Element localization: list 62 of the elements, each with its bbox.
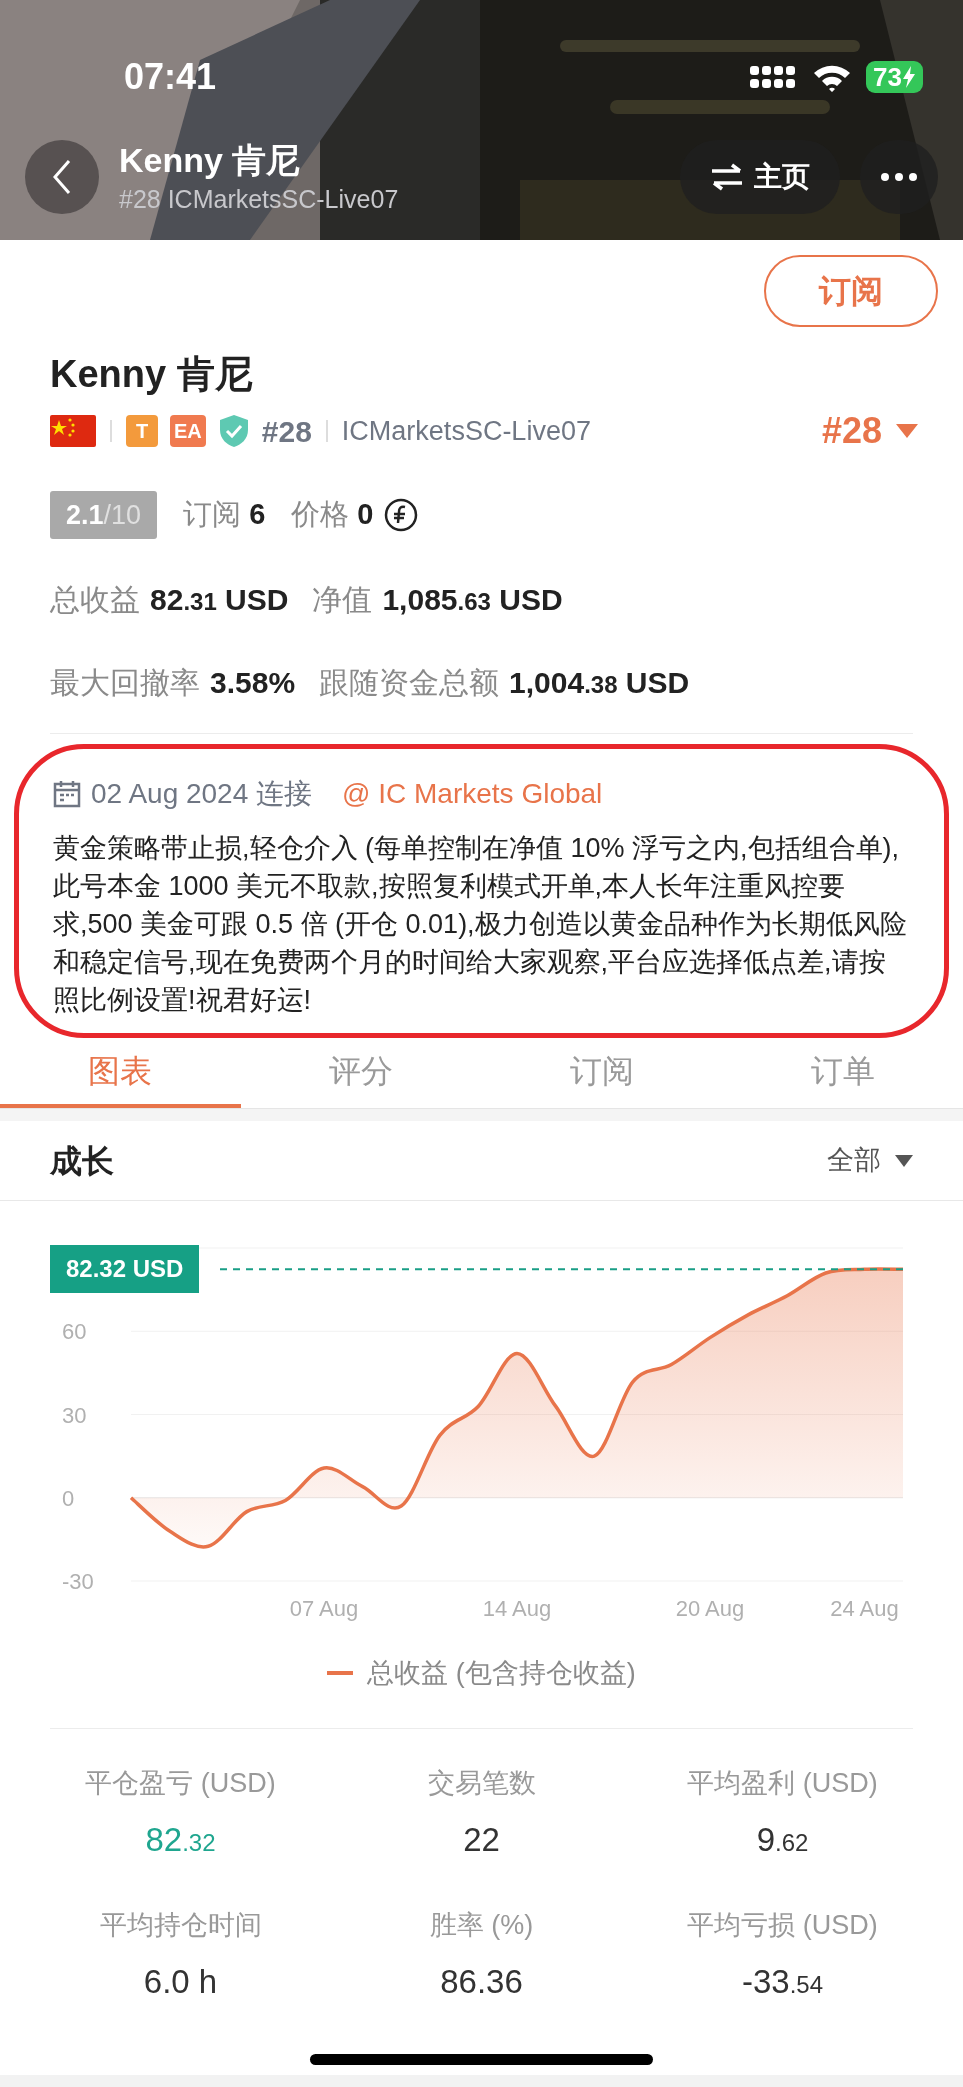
stat-value: 82.31 USD bbox=[150, 582, 289, 618]
tab[interactable]: 订单 bbox=[722, 1038, 963, 1108]
calendar-icon bbox=[53, 780, 81, 808]
count-stat: 订阅 6 bbox=[183, 497, 266, 533]
header-title: Kenny 肯尼 bbox=[119, 140, 302, 181]
stat-label: 最大回撤率 bbox=[50, 665, 200, 701]
strategy-description: 黄金策略带止损,轻仓介入 (每单控制在净值 10% 浮亏之内,包括组合单),此号本金 1000 美元不取款,按照复利模式开单,本人长年注重风控要求,500 美金可跟 0.5 倍 (开仓 0.01),极力创造以黄金品种作为长期低风险和稳定信号,现在免费两个月的时间给大家观察,平台应选择低点差,请按照比例设置!祝君好运! bbox=[53, 832, 908, 1017]
summary-value: 6.0 h bbox=[143, 1962, 218, 2002]
header-subtitle: #28 ICMarketsSC-Live07 bbox=[119, 184, 400, 215]
trader-badge: T bbox=[126, 415, 158, 447]
x-axis-label: 20 Aug bbox=[675, 1596, 745, 1621]
y-axis-label: -30 bbox=[62, 1569, 94, 1594]
value-marker: 82.32 USD bbox=[50, 1245, 200, 1294]
x-axis-label: 07 Aug bbox=[289, 1596, 359, 1621]
connection-date: 02 Aug 2024 连接 bbox=[91, 777, 313, 811]
summary-value: 82.32 bbox=[145, 1820, 216, 1860]
stat-value: 1,085.63 USD bbox=[382, 582, 563, 618]
count-stat: 价格 0 bbox=[291, 497, 374, 533]
caret-icon bbox=[895, 1154, 913, 1167]
summary-value: 22 bbox=[463, 1820, 500, 1860]
more-icon bbox=[881, 173, 917, 181]
broker-link[interactable]: @ IC Markets Global bbox=[342, 773, 603, 815]
summary-label: 平仓盈亏 (USD) bbox=[85, 1766, 276, 1800]
stat-label: 总收益 bbox=[50, 582, 140, 618]
summary-value: -33.54 bbox=[741, 1962, 824, 2002]
legend-label: 总收益 (包含持仓收益) bbox=[367, 1657, 636, 1690]
summary-label: 平均亏损 (USD) bbox=[687, 1908, 878, 1942]
stat-value: 3.58% bbox=[210, 665, 296, 701]
summary-label: 平均持仓时间 bbox=[99, 1908, 262, 1942]
stat-label: 净值 bbox=[312, 582, 373, 618]
tab[interactable]: 评分 bbox=[240, 1038, 482, 1108]
trader-name: Kenny 肯尼 bbox=[50, 352, 254, 397]
y-axis-label: 0 bbox=[62, 1485, 75, 1511]
x-axis-label: 14 Aug bbox=[482, 1596, 552, 1621]
bolt-icon bbox=[902, 66, 916, 88]
summary-label: 胜率 (%) bbox=[429, 1908, 534, 1942]
home-button[interactable]: 主页 bbox=[680, 140, 840, 214]
section-title: 成长 bbox=[50, 1141, 114, 1181]
verified-shield-icon bbox=[217, 414, 250, 448]
summary-label: 交易笔数 bbox=[427, 1766, 536, 1800]
back-icon bbox=[51, 159, 73, 195]
tab[interactable]: 订阅 bbox=[481, 1038, 723, 1108]
battery-icon: 73 bbox=[866, 61, 923, 93]
summary-label: 平均盈利 (USD) bbox=[687, 1766, 878, 1800]
summary-value: 9.62 bbox=[756, 1820, 809, 1860]
y-axis-label: 30 bbox=[62, 1402, 87, 1428]
coin-icon bbox=[383, 498, 418, 532]
subscribe-button[interactable]: 订阅 bbox=[764, 255, 938, 327]
rank-dropdown[interactable]: #28 bbox=[821, 404, 918, 458]
flag-icon bbox=[50, 415, 96, 447]
status-time: 07:41 bbox=[124, 55, 217, 99]
x-axis-label: 24 Aug bbox=[830, 1596, 899, 1621]
stat-label: 跟随资金总额 bbox=[319, 665, 500, 701]
trader-badge: EA bbox=[170, 415, 206, 447]
summary-value: 86.36 bbox=[440, 1962, 523, 2002]
stat-value: 1,004.38 USD bbox=[509, 665, 690, 701]
y-axis-label: 60 bbox=[62, 1319, 87, 1345]
swap-icon bbox=[710, 163, 744, 191]
rank-label: #28 bbox=[261, 413, 312, 450]
range-dropdown[interactable]: 全部 bbox=[827, 1140, 913, 1181]
caret-icon bbox=[896, 424, 918, 438]
server-name: ICMarketsSC-Live07 bbox=[341, 414, 591, 448]
